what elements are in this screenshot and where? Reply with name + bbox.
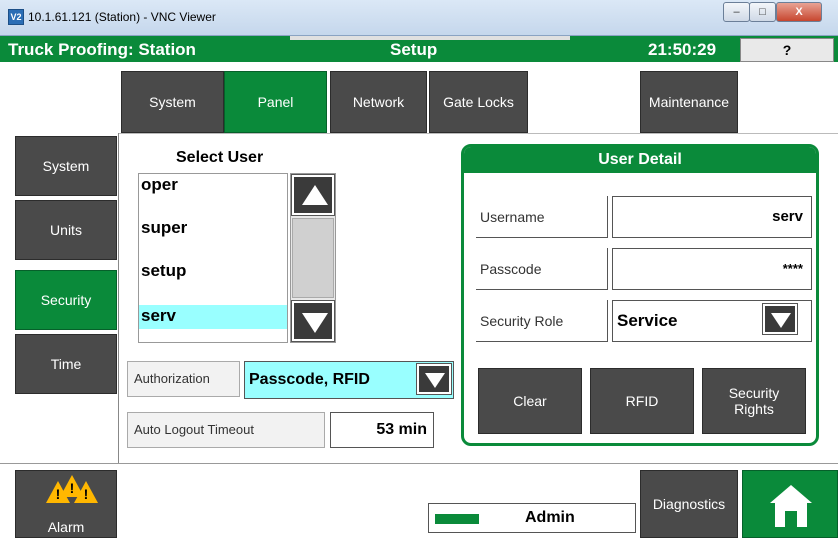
security-role-select[interactable]: Service <box>612 300 812 342</box>
passcode-field[interactable]: **** <box>612 248 812 290</box>
authorization-select[interactable]: Passcode, RFID <box>244 361 454 399</box>
warning-icon-mark: ! <box>83 486 89 502</box>
tab-gate-locks[interactable]: Gate Locks <box>429 71 528 133</box>
key-icon <box>435 514 479 524</box>
user-detail-title: User Detail <box>464 147 816 173</box>
scrollbar-thumb[interactable] <box>292 218 334 298</box>
rfid-button[interactable]: RFID <box>590 368 694 434</box>
arrow-up-icon <box>302 185 328 205</box>
alarm-button[interactable]: ! ! ! Alarm <box>15 470 117 538</box>
screen-title: Setup <box>390 40 438 59</box>
window-title: 10.1.61.121 (Station) - VNC Viewer <box>28 10 216 24</box>
security-role-dropdown-button[interactable] <box>762 303 798 335</box>
help-button[interactable]: ? <box>740 38 834 62</box>
list-item[interactable]: setup <box>139 260 287 284</box>
tab-maintenance[interactable]: Maintenance <box>640 71 738 133</box>
minimize-button[interactable]: – <box>723 2 750 22</box>
current-user-label: Admin <box>525 509 575 526</box>
username-field[interactable]: serv <box>612 196 812 238</box>
close-button[interactable]: X <box>776 2 822 22</box>
tab-network[interactable]: Network <box>330 71 427 133</box>
list-item[interactable]: super <box>139 217 287 241</box>
clock: 21:50:29 <box>648 40 717 59</box>
tab-panel[interactable]: Panel <box>224 71 327 133</box>
home-button[interactable] <box>742 470 838 538</box>
app-title: Truck Proofing: Station <box>8 40 196 59</box>
header-notch <box>290 36 570 40</box>
security-role-label: Security Role <box>476 300 608 342</box>
maximize-button[interactable]: □ <box>749 2 776 22</box>
list-item[interactable]: oper <box>139 174 287 198</box>
diagnostics-button[interactable]: Diagnostics <box>640 470 738 538</box>
user-list[interactable]: oper super setup serv <box>138 173 288 343</box>
username-label: Username <box>476 196 608 238</box>
tab-system[interactable]: System <box>121 71 224 133</box>
vnc-window: V2 10.1.61.121 (Station) - VNC Viewer – … <box>0 0 838 538</box>
current-user-box: Admin <box>428 503 636 533</box>
security-role-value: Service <box>617 311 678 330</box>
authorization-value: Passcode, RFID <box>249 371 370 388</box>
auto-logout-field[interactable]: 53 min <box>330 412 434 448</box>
sidebar-item-security[interactable]: Security <box>15 270 117 330</box>
passcode-label: Passcode <box>476 248 608 290</box>
arrow-down-icon <box>302 313 328 333</box>
sidebar-item-units[interactable]: Units <box>15 200 117 260</box>
dropdown-arrow-icon <box>425 373 445 388</box>
scroll-up-button[interactable] <box>291 174 335 216</box>
home-icon-door <box>785 511 797 527</box>
home-icon <box>770 485 812 503</box>
authorization-label: Authorization <box>127 361 240 397</box>
sidebar-item-time[interactable]: Time <box>15 334 117 394</box>
clear-button[interactable]: Clear <box>478 368 582 434</box>
vnc-icon: V2 <box>8 9 24 25</box>
security-rights-button-label: Security Rights <box>728 385 780 417</box>
security-rights-button[interactable]: Security Rights <box>702 368 806 434</box>
window-titlebar: V2 10.1.61.121 (Station) - VNC Viewer – … <box>0 0 838 36</box>
scroll-down-button[interactable] <box>291 300 335 342</box>
auto-logout-label: Auto Logout Timeout <box>127 412 325 448</box>
alarm-label: Alarm <box>47 519 85 535</box>
list-item-selected[interactable]: serv <box>139 305 287 329</box>
content-divider <box>118 133 119 463</box>
sidebar-item-system[interactable]: System <box>15 136 117 196</box>
rfid-button-label: RFID <box>625 393 659 409</box>
dropdown-arrow-icon <box>771 313 791 328</box>
select-user-title: Select User <box>176 149 264 166</box>
authorization-dropdown-button[interactable] <box>416 363 452 395</box>
clear-button-label: Clear <box>513 393 547 409</box>
